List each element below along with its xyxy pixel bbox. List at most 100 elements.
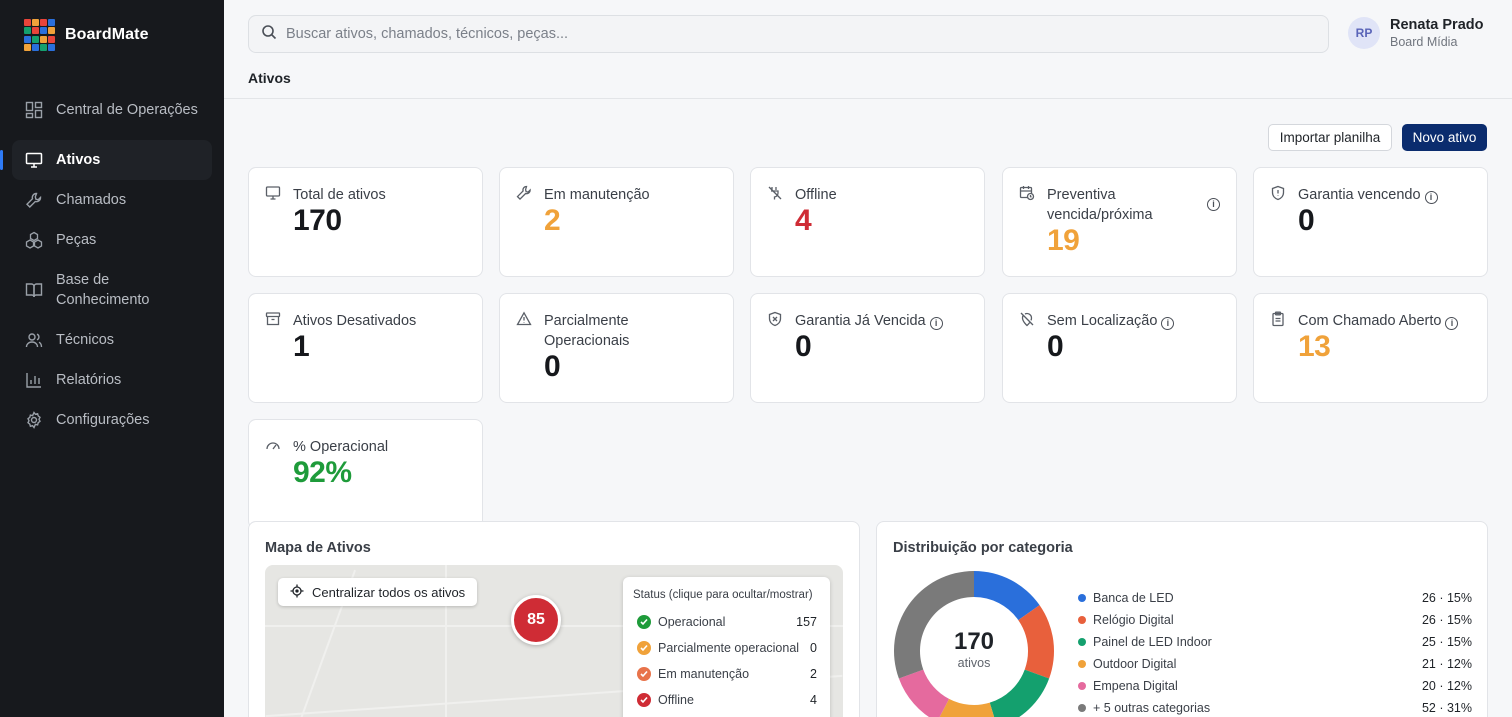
wrench-icon <box>24 190 44 210</box>
status-toggle-parcialmente[interactable]: Parcialmente operacional 0 <box>637 641 817 655</box>
info-icon[interactable]: i <box>929 317 943 330</box>
legend-item[interactable]: Empena Digital 20 · 12% <box>1078 675 1472 697</box>
category-panel-title: Distribuição por categoria <box>893 540 1073 556</box>
kpi-value: 92% <box>293 456 352 489</box>
kpi-card-sem-localizacao[interactable]: Sem Localização i 0 <box>1002 293 1237 403</box>
status-label: Offline <box>658 693 694 707</box>
legend-swatch <box>1078 660 1086 668</box>
search-box[interactable] <box>248 15 1329 53</box>
info-icon[interactable]: i <box>1207 198 1220 211</box>
kpi-card-manutencao[interactable]: Em manutenção 2 <box>499 167 734 277</box>
legend-item[interactable]: Outdoor Digital 21 · 12% <box>1078 653 1472 675</box>
sidebar-item-base-conhecimento[interactable]: Base de Conhecimento <box>12 260 212 320</box>
shield-icon <box>1270 185 1286 201</box>
legend-value: 52 · 31% <box>1421 701 1472 715</box>
status-label: Parcialmente operacional <box>658 641 800 655</box>
kpi-card-preventiva[interactable]: Preventiva vencida/próxima i 19 <box>1002 167 1237 277</box>
legend-value: 21 · 12% <box>1421 657 1472 671</box>
legend-item[interactable]: Relógio Digital 26 · 15% <box>1078 609 1472 631</box>
info-icon[interactable]: i <box>1161 317 1175 330</box>
kpi-card-garantia-vencida[interactable]: Garantia Já Vencida i 0 <box>750 293 985 403</box>
kpi-label: Garantia vencendo i <box>1298 185 1468 205</box>
center-all-assets-button[interactable]: Centralizar todos os ativos <box>278 578 478 606</box>
donut-subtitle: ativos <box>957 656 991 670</box>
kpi-value: 2 <box>544 204 561 237</box>
sidebar-item-label: Chamados <box>56 192 127 208</box>
user-menu[interactable]: RP Renata Prado Board Mídia <box>1348 16 1483 50</box>
user-name: Renata Prado <box>1390 17 1484 33</box>
center-all-assets-label: Centralizar todos os ativos <box>312 584 466 600</box>
legend-item[interactable]: Banca de LED 26 · 15% <box>1078 587 1472 609</box>
sidebar-item-relatorios[interactable]: Relatórios <box>12 360 212 400</box>
gear-icon <box>24 410 44 430</box>
sidebar-nav: Central de Operações Ativos Chamados Peç… <box>0 80 212 440</box>
sidebar-item-chamados[interactable]: Chamados <box>12 180 212 220</box>
sidebar-item-central-operacoes[interactable]: Central de Operações <box>12 80 212 140</box>
bar-chart-icon <box>24 370 44 390</box>
donut-total: 170 <box>953 628 995 655</box>
wrench-icon <box>516 185 532 201</box>
avatar: RP <box>1348 17 1380 49</box>
kpi-card-operacional[interactable]: % Operacional 92% <box>248 419 483 529</box>
kpi-label-text: Garantia Já Vencida <box>795 313 926 329</box>
sidebar-item-label: Central de Operações <box>56 102 198 118</box>
brand-name: BoardMate <box>65 26 149 43</box>
user-org: Board Mídia <box>1390 35 1458 49</box>
plug-off-icon <box>767 185 783 201</box>
kpi-card-parcialmente[interactable]: Parcialmente Operacionais 0 <box>499 293 734 403</box>
legend-value: 26 · 15% <box>1421 613 1472 627</box>
sidebar-item-label: Técnicos <box>56 332 115 348</box>
info-icon[interactable]: i <box>1445 317 1459 330</box>
kpi-label: Em manutenção <box>544 187 650 203</box>
brand[interactable]: BoardMate <box>24 19 149 51</box>
kpi-card-offline[interactable]: Offline 4 <box>750 167 985 277</box>
status-count: 157 <box>796 615 817 629</box>
category-legend: Banca de LED 26 · 15% Relógio Digital 26 · … <box>1078 587 1472 717</box>
kpi-value: 170 <box>293 204 342 237</box>
map-cluster-marker[interactable]: 85 <box>511 595 561 645</box>
kpi-label: Garantia Já Vencida i <box>795 311 965 331</box>
new-asset-button[interactable]: Novo ativo <box>1402 124 1487 151</box>
legend-swatch <box>1078 616 1086 624</box>
kpi-label: Total de ativos <box>293 187 386 203</box>
legend-swatch <box>1078 682 1086 690</box>
kpi-card-garantia-vencendo[interactable]: Garantia vencendo i 0 <box>1253 167 1488 277</box>
kpi-value: 19 <box>1047 224 1080 257</box>
sidebar: BoardMate Central de Operações Ativos Ch… <box>0 0 224 717</box>
shield-x-icon <box>767 311 783 327</box>
kpi-label: Sem Localização i <box>1047 311 1217 331</box>
kpi-label: Ativos Desativados <box>293 313 417 329</box>
monitor-icon <box>24 150 44 170</box>
gauge-icon <box>265 437 281 453</box>
sidebar-item-tecnicos[interactable]: Técnicos <box>12 320 212 360</box>
sidebar-item-ativos[interactable]: Ativos <box>0 140 212 180</box>
kpi-card-total[interactable]: Total de ativos 170 <box>248 167 483 277</box>
status-filter-title: Status (clique para ocultar/mostrar) <box>633 589 813 601</box>
status-toggle-manutencao[interactable]: Em manutenção 2 <box>637 667 817 681</box>
clipboard-icon <box>1270 311 1286 327</box>
legend-label: Banca de LED <box>1093 591 1174 605</box>
legend-item[interactable]: Painel de LED Indoor 25 · 15% <box>1078 631 1472 653</box>
status-toggle-offline[interactable]: Offline 4 <box>637 693 817 707</box>
check-icon <box>637 693 651 707</box>
legend-label: Empena Digital <box>1093 679 1178 693</box>
asset-map[interactable]: Centralizar todos os ativos 85 Status (c… <box>265 565 843 717</box>
status-toggle-operacional[interactable]: Operacional 157 <box>637 615 817 629</box>
kpi-value: 13 <box>1298 330 1331 363</box>
sidebar-item-pecas[interactable]: Peças <box>12 220 212 260</box>
import-spreadsheet-button[interactable]: Importar planilha <box>1268 124 1392 151</box>
kpi-card-chamado-aberto[interactable]: Com Chamado Aberto i 13 <box>1253 293 1488 403</box>
search-input[interactable] <box>286 26 1286 42</box>
search-icon <box>261 24 277 45</box>
kpi-label-text: Garantia vencendo <box>1298 187 1421 203</box>
kpi-value: 0 <box>1047 330 1064 363</box>
kpi-card-desativados[interactable]: Ativos Desativados 1 <box>248 293 483 403</box>
check-icon <box>637 667 651 681</box>
info-icon[interactable]: i <box>1424 191 1438 204</box>
legend-item[interactable]: + 5 outras categorias 52 · 31% <box>1078 697 1472 717</box>
sidebar-item-configuracoes[interactable]: Configurações <box>12 400 212 440</box>
kpi-value: 0 <box>544 350 561 383</box>
breadcrumb: Ativos <box>248 70 291 86</box>
map-panel: Mapa de Ativos Centralizar todos os ativ… <box>248 521 860 717</box>
warning-icon <box>516 311 532 327</box>
